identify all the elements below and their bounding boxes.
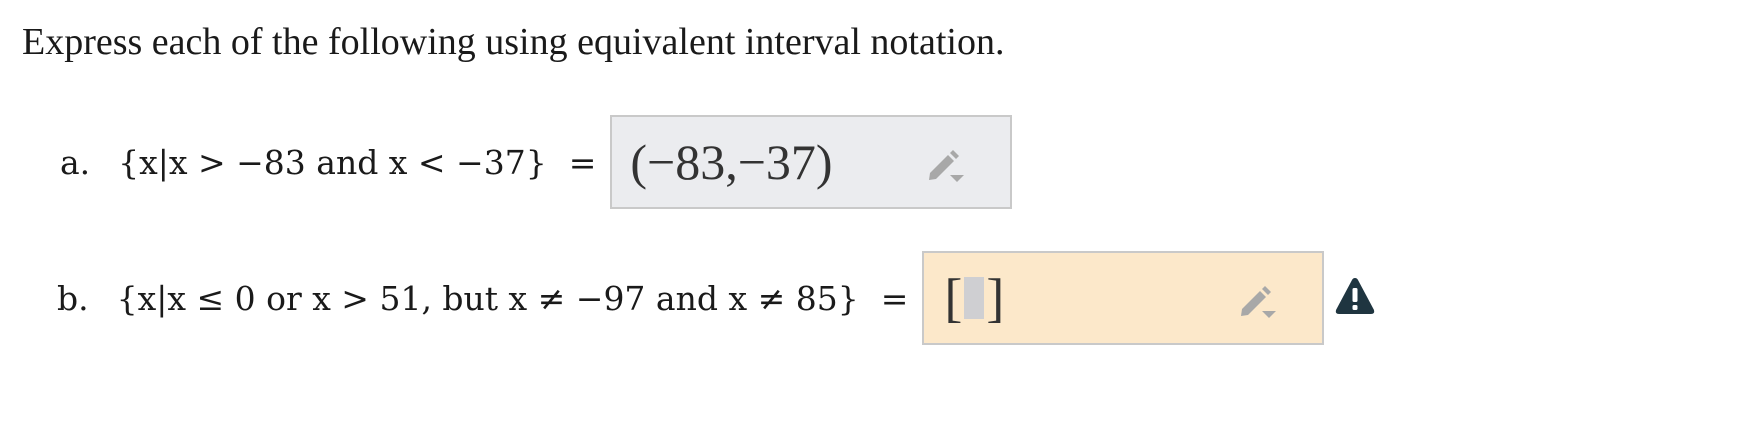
question-a-equals: = <box>568 142 597 182</box>
close-bracket: ] <box>986 268 1005 328</box>
question-b-letter: b. <box>57 278 89 318</box>
instruction-text: Express each of the following using equi… <box>22 21 1005 63</box>
question-a-expression: {x|x > −83 and x < −37} <box>118 142 547 182</box>
pencil-dropdown-icon[interactable] <box>926 147 966 185</box>
question-a-letter: a. <box>60 142 91 182</box>
question-b-expression: {x|x ≤ 0 or x > 51, but x ≠ −97 and x ≠ … <box>116 278 859 318</box>
question-a-answer-field[interactable]: (−83,−37) <box>610 115 1013 209</box>
warning-triangle-icon <box>1335 278 1375 314</box>
input-placeholder-slot[interactable] <box>964 277 985 319</box>
pencil-dropdown-icon[interactable] <box>1238 283 1278 321</box>
question-b-answer-entry[interactable]: [ ] <box>944 267 1004 329</box>
question-b: b. {x|x ≤ 0 or x > 51, but x ≠ −97 and x… <box>57 250 1325 346</box>
question-a: a. {x|x > −83 and x < −37} = (−83,−37) <box>60 114 1013 210</box>
question-b-equals: = <box>880 278 909 318</box>
question-b-answer-field[interactable]: [ ] <box>922 251 1325 345</box>
open-bracket: [ <box>944 268 963 328</box>
question-a-answer-value: (−83,−37) <box>630 134 833 190</box>
